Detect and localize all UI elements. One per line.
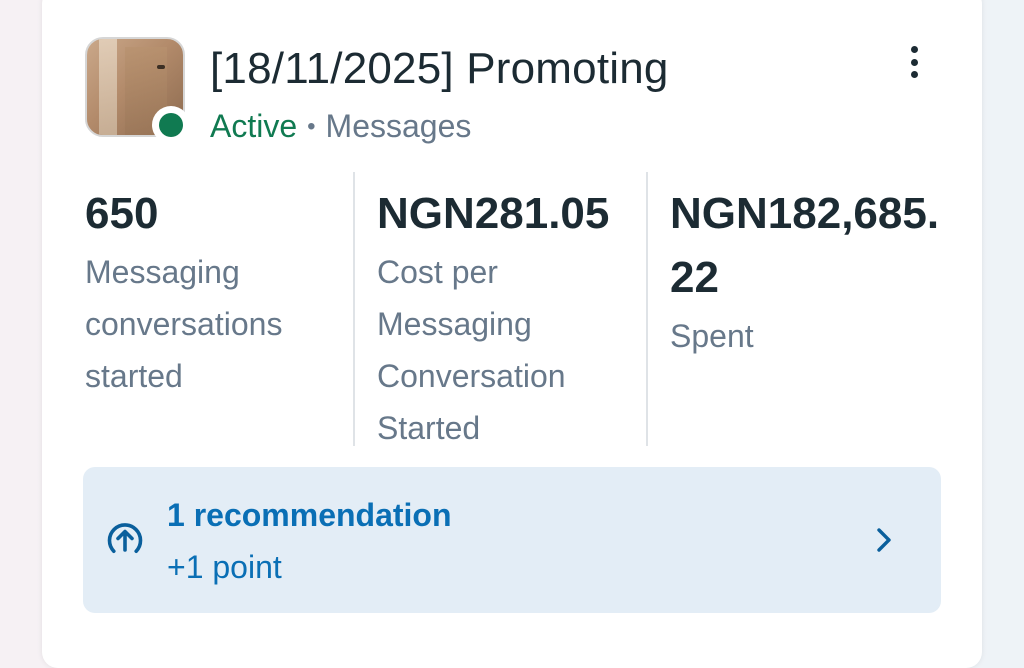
- metric-label: Cost per Messaging Conversation Started: [377, 254, 566, 446]
- metric-spent: NGN182,685.22 Spent: [670, 182, 940, 362]
- recommendation-banner[interactable]: 1 recommendation +1 point: [83, 467, 941, 613]
- campaign-title[interactable]: [18/11/2025] Promoting: [210, 44, 669, 94]
- metric-label: Spent: [670, 318, 754, 354]
- more-dot: [910, 71, 918, 78]
- objective-label: Messages: [325, 108, 472, 144]
- arrow-up-circle-icon: [107, 523, 143, 553]
- subtitle-separator: •: [307, 113, 316, 140]
- recommendation-points: +1 point: [167, 549, 282, 585]
- metric-value: 650: [85, 189, 159, 238]
- metric-divider: [646, 172, 648, 446]
- chevron-right-icon[interactable]: [873, 525, 895, 555]
- more-dot: [910, 58, 918, 66]
- recommendation-title[interactable]: 1 recommendation: [167, 497, 452, 534]
- metric-value: NGN281.05: [377, 189, 610, 238]
- active-status-dot: [152, 106, 190, 144]
- metric-cost-per-conversation: NGN281.05 Cost per Messaging Conversatio…: [377, 182, 639, 454]
- metric-conversations: 650 Messaging conversations started: [85, 182, 335, 402]
- metric-divider: [353, 172, 355, 446]
- thumbnail-handle-detail: [157, 65, 165, 69]
- metric-label: Messaging conversations started: [85, 254, 283, 394]
- status-label: Active: [210, 108, 298, 144]
- more-options-icon[interactable]: [896, 42, 932, 82]
- metric-value: NGN182,685.22: [670, 189, 940, 302]
- more-dot: [910, 46, 918, 53]
- thumbnail-door-detail: [99, 39, 117, 135]
- campaign-subtitle: Active • Messages: [210, 108, 471, 145]
